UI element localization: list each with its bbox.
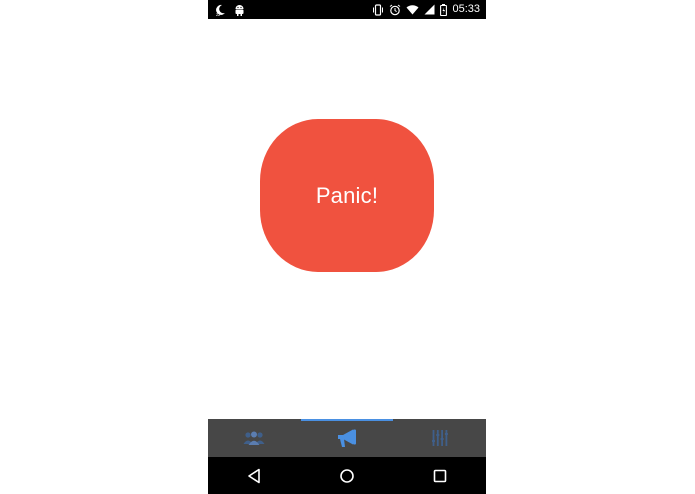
status-bar-notifications: zz — [216, 2, 245, 17]
recents-icon — [433, 469, 447, 483]
tab-selected-indicator — [300, 419, 394, 421]
megaphone-icon — [336, 428, 358, 448]
vibrate-icon — [372, 3, 384, 16]
wifi-icon — [406, 4, 419, 15]
status-bar-system: 05:33 — [372, 2, 480, 17]
tab-alert[interactable] — [300, 419, 394, 457]
phone-screen: zz 05:33 Panic! — [208, 0, 486, 494]
tab-contacts[interactable] — [208, 419, 301, 457]
nav-back-button[interactable] — [234, 461, 274, 491]
panic-button-label: Panic! — [315, 182, 379, 208]
moon-icon: zz — [216, 4, 226, 16]
nav-recents-button[interactable] — [420, 461, 460, 491]
home-icon — [339, 468, 355, 484]
panic-button[interactable]: Panic! — [260, 119, 434, 272]
signal-icon — [424, 4, 435, 15]
contacts-icon — [243, 430, 265, 446]
tab-settings[interactable] — [393, 419, 486, 457]
nav-home-button[interactable] — [327, 461, 367, 491]
android-icon — [234, 4, 245, 16]
battery-icon — [440, 3, 448, 16]
status-bar: zz 05:33 — [208, 0, 486, 19]
status-time: 05:33 — [452, 3, 480, 15]
tab-bar — [208, 419, 486, 457]
back-icon — [247, 468, 261, 484]
android-nav-bar — [208, 457, 486, 494]
alarm-icon — [389, 4, 401, 16]
settings-sliders-icon — [431, 429, 449, 447]
svg-text:zz: zz — [216, 12, 220, 16]
